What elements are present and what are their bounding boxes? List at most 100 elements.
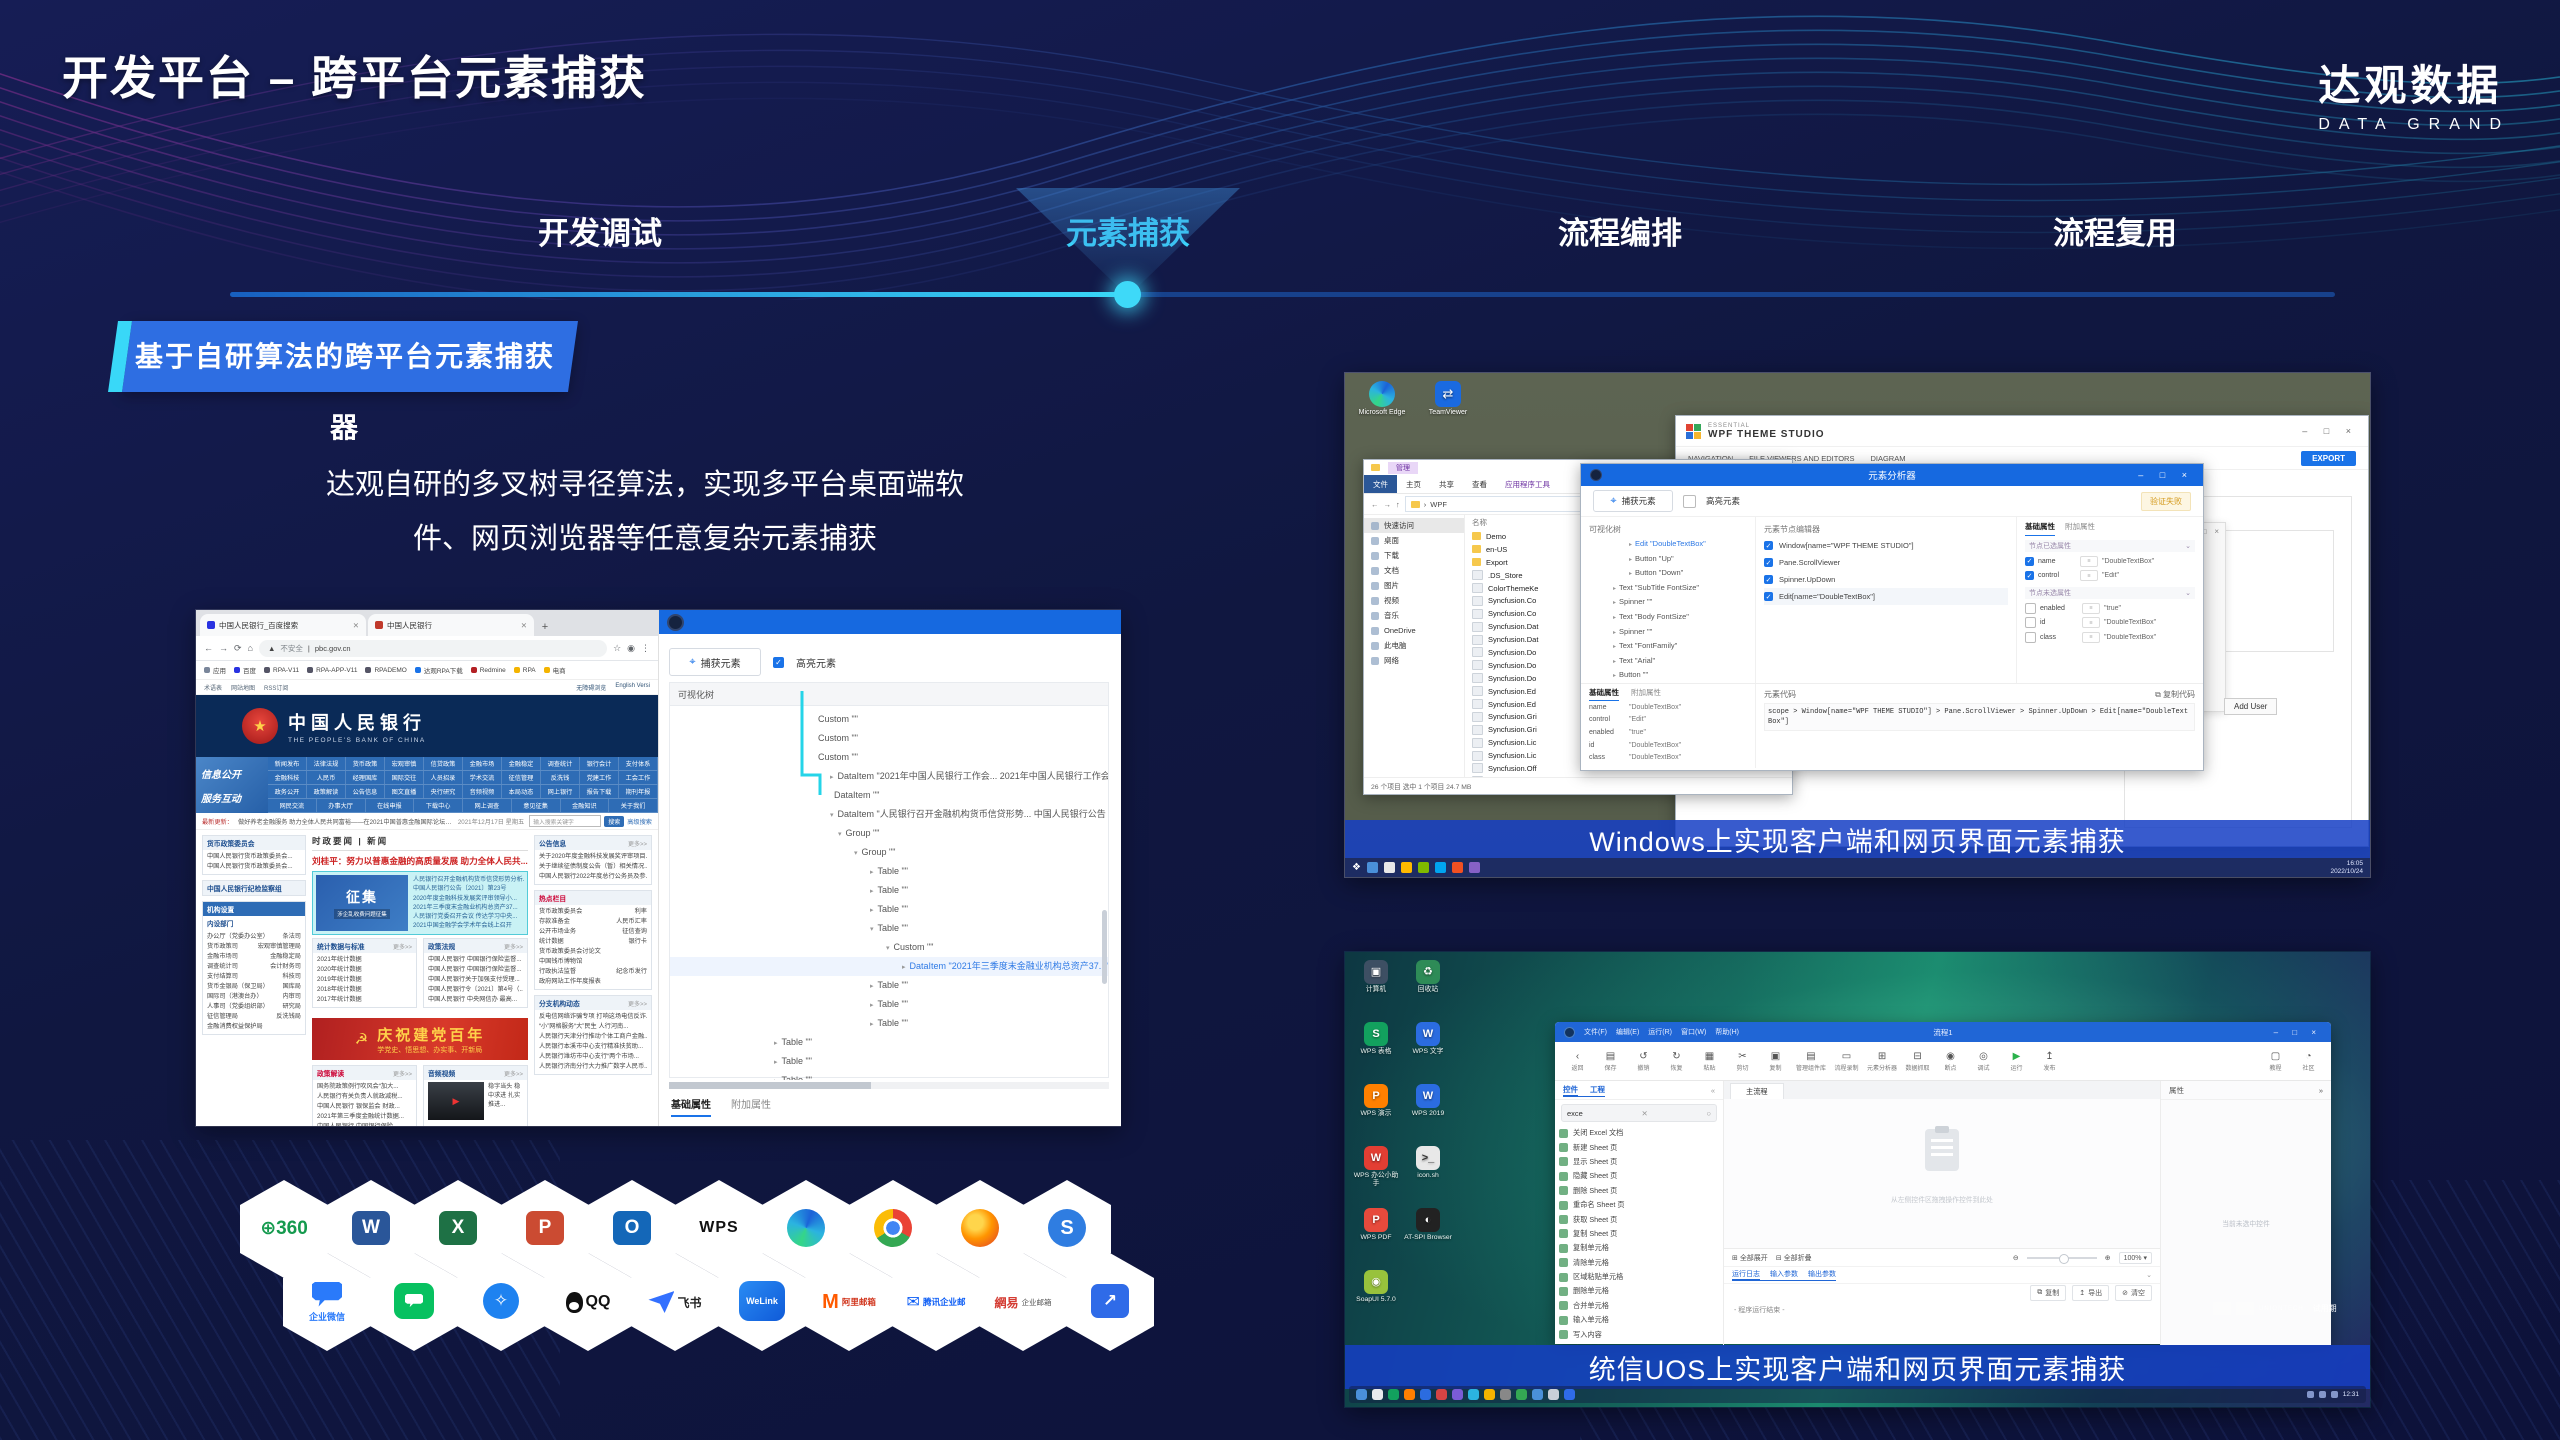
dock-app-icon[interactable] <box>1548 1389 1559 1400</box>
nav-link[interactable]: 新闻发布 <box>268 757 307 770</box>
tree-item[interactable]: ▸Table "" <box>670 1052 1108 1071</box>
list-item[interactable]: 人民银行本溪市中心支行精准扶贫助... <box>539 1042 647 1052</box>
list-item[interactable]: “小”网格服务“大”民生 人行河南... <box>539 1022 647 1032</box>
desktop-icon[interactable]: ▣ 计算机 <box>1351 960 1401 994</box>
nav-link[interactable]: 金融知识 <box>561 799 610 812</box>
analyzer-tree-item[interactable]: ▸Button "Up" <box>1589 552 1747 567</box>
explorer-sidebar-item[interactable]: 快速访问 <box>1364 518 1464 533</box>
org-item[interactable]: 金融市场司金融稳定局 <box>207 952 301 962</box>
tree-item[interactable]: Custom "" <box>670 729 1108 748</box>
control-item[interactable]: 获取 Sheet 页 <box>1559 1212 1719 1226</box>
control-item[interactable]: 输入单元格 <box>1559 1313 1719 1327</box>
node-checkbox[interactable]: ✓ <box>1764 558 1773 567</box>
nav-link[interactable]: 人民币 <box>307 771 346 784</box>
news-link[interactable]: 2021年三季度末金融业机构总资产37... <box>413 903 524 912</box>
toolbar-button[interactable]: ▭流程录制 <box>1834 1051 1859 1072</box>
node-checkbox[interactable]: ✓ <box>1764 541 1773 550</box>
nav-link[interactable]: 法律法规 <box>307 757 346 770</box>
toolbar-button[interactable]: ↺撤销 <box>1631 1051 1656 1072</box>
control-item[interactable]: 隐藏 Sheet 页 <box>1559 1169 1719 1183</box>
control-item[interactable]: 删除 Sheet 页 <box>1559 1184 1719 1198</box>
control-item[interactable]: 显示 Sheet 页 <box>1559 1155 1719 1169</box>
zhengji-banner[interactable]: 征集 涉企乱收费问题征集 <box>316 875 408 931</box>
bookmark[interactable]: RPA-V11 <box>264 667 299 674</box>
zoom-slider[interactable] <box>2027 1257 2097 1259</box>
feature-tab[interactable]: 流程编排 <box>1558 208 1682 253</box>
nav-link[interactable]: 宏观审慎 <box>385 757 424 770</box>
list-item[interactable]: 中国人民银行货币政策委员会... <box>207 862 301 872</box>
nav-link[interactable]: 图文直播 <box>385 785 424 798</box>
list-item[interactable]: 2021年统计数据 <box>317 955 412 965</box>
site-link[interactable]: 术语表 <box>204 683 222 692</box>
tree-item[interactable]: ▾Group "" <box>670 843 1108 862</box>
dock-app-icon[interactable] <box>1356 1389 1367 1400</box>
collapse-all-button[interactable]: ⊟ 全部折叠 <box>1776 1253 1812 1263</box>
more-link[interactable]: 更多>> <box>628 839 647 848</box>
zoom-in-icon[interactable]: ⊕ <box>2105 1254 2111 1262</box>
node-checkbox[interactable]: ✓ <box>1764 592 1773 601</box>
scrollbar-vertical[interactable] <box>1102 910 1107 984</box>
nav-link[interactable]: 办事大厅 <box>317 799 366 812</box>
desktop-icon[interactable]: ◐ AT-SPI Browser <box>1403 1208 1453 1242</box>
nav-link[interactable]: 金融市场 <box>463 757 502 770</box>
nav-link[interactable]: 国际交往 <box>385 771 424 784</box>
up-icon[interactable]: ↑ <box>1396 500 1400 509</box>
back-icon[interactable]: ← <box>1371 500 1379 509</box>
taskbar-app-icon[interactable] <box>1452 862 1463 873</box>
property-tab[interactable]: 附加属性 <box>2065 521 2095 536</box>
match-select[interactable]: ≡ <box>2080 556 2098 567</box>
profile-icon[interactable]: ◉ <box>627 643 635 654</box>
desktop-icon-teamviewer[interactable]: ⇄ TeamViewer <box>1419 381 1477 416</box>
bookmark[interactable]: 达观RPA下载 <box>415 665 463 675</box>
site-link[interactable]: 网站地图 <box>231 683 255 692</box>
news-link[interactable]: 人民银行召开金融机构货币信贷形势分析... <box>413 875 524 884</box>
list-item[interactable]: 人民银行天津分行推动个体工商户金融... <box>539 1032 647 1042</box>
ribbon-tab[interactable]: 应用程序工具 <box>1496 475 1559 493</box>
tree-item[interactable]: ▸Table "" <box>670 862 1108 881</box>
match-select[interactable]: ≡ <box>2082 617 2100 628</box>
nav-link[interactable]: 公告信息 <box>346 785 385 798</box>
list-item[interactable]: 人民银行有关负责人就政减税... <box>317 1092 412 1102</box>
list-item[interactable]: 人民银行济南分行大力推广数字人民币... <box>539 1062 647 1072</box>
taskbar-app-icon[interactable] <box>1418 862 1429 873</box>
explorer-sidebar-item[interactable]: 网络 <box>1364 653 1464 668</box>
verify-failed-button[interactable]: 验证失败 <box>2141 492 2191 511</box>
tree-item[interactable]: Custom "" <box>670 748 1108 767</box>
node-row[interactable]: ✓Spinner.UpDown <box>1764 571 2008 588</box>
desktop-icon[interactable]: >_ icon.sh <box>1403 1146 1453 1180</box>
match-select[interactable]: ≡ <box>2082 632 2100 643</box>
nav-link[interactable]: 期刊年报 <box>619 785 658 798</box>
hot-item[interactable]: 行政执法监督纪念币发行 <box>539 967 647 977</box>
list-item[interactable]: 人民银行潍坊市中心支行“两个市场... <box>539 1052 647 1062</box>
property-tab[interactable]: 附加属性 <box>731 1096 771 1117</box>
bookmark[interactable]: Redmine <box>471 667 506 674</box>
tree-item[interactable]: Custom "" <box>670 710 1108 729</box>
nav-link[interactable]: 在线申报 <box>366 799 415 812</box>
zoom-out-icon[interactable]: ⊖ <box>2013 1254 2019 1262</box>
tree-item[interactable]: ▸Table "" <box>670 1071 1108 1080</box>
nav-link[interactable]: 工会工作 <box>619 771 658 784</box>
tree-item[interactable]: ▸Table "" <box>670 976 1108 995</box>
list-item[interactable]: 中国人民银行2022年度总行公务员及参... <box>539 872 647 882</box>
list-item[interactable]: 中国人民银行 银保监会 财政... <box>317 1102 412 1112</box>
match-select[interactable]: ≡ <box>2080 570 2098 581</box>
bookmark[interactable]: 电商 <box>544 665 566 675</box>
more-link[interactable]: 更多>> <box>393 942 412 951</box>
flow-canvas[interactable]: 从左侧控件区拖拽操作控件到此处 <box>1724 1099 2160 1248</box>
property-tab[interactable]: 附加属性 <box>1631 687 1661 701</box>
list-item[interactable]: 中国人民银行 中国银行保险监督... <box>428 955 523 965</box>
copy-button[interactable]: ⧉ 复制 <box>2030 1285 2066 1301</box>
analyzer-tree-item[interactable]: ▸Text "Arial" <box>1589 654 1747 669</box>
taskbar-app-icon[interactable] <box>1401 862 1412 873</box>
analyzer-tree-item[interactable]: ▸Edit "DoubleTextBox" <box>1589 537 1747 552</box>
dock-app-icon[interactable] <box>1420 1389 1431 1400</box>
explorer-sidebar-item[interactable]: 音乐 <box>1364 608 1464 623</box>
toolbar-button[interactable]: ↻恢复 <box>1664 1051 1689 1072</box>
add-user-button[interactable]: Add User <box>2224 698 2277 715</box>
hot-item[interactable]: 货币政策委员会讨论文 <box>539 947 647 957</box>
taskbar-app-icon[interactable] <box>1469 862 1480 873</box>
list-item[interactable]: 中国人民银行货币政策委员会... <box>207 852 301 862</box>
toolbar-button[interactable]: ⊟数据抓取 <box>1905 1051 1930 1072</box>
more-link[interactable]: 更多>> <box>628 999 647 1008</box>
desktop-icon[interactable]: W WPS 文字 <box>1403 1022 1453 1056</box>
